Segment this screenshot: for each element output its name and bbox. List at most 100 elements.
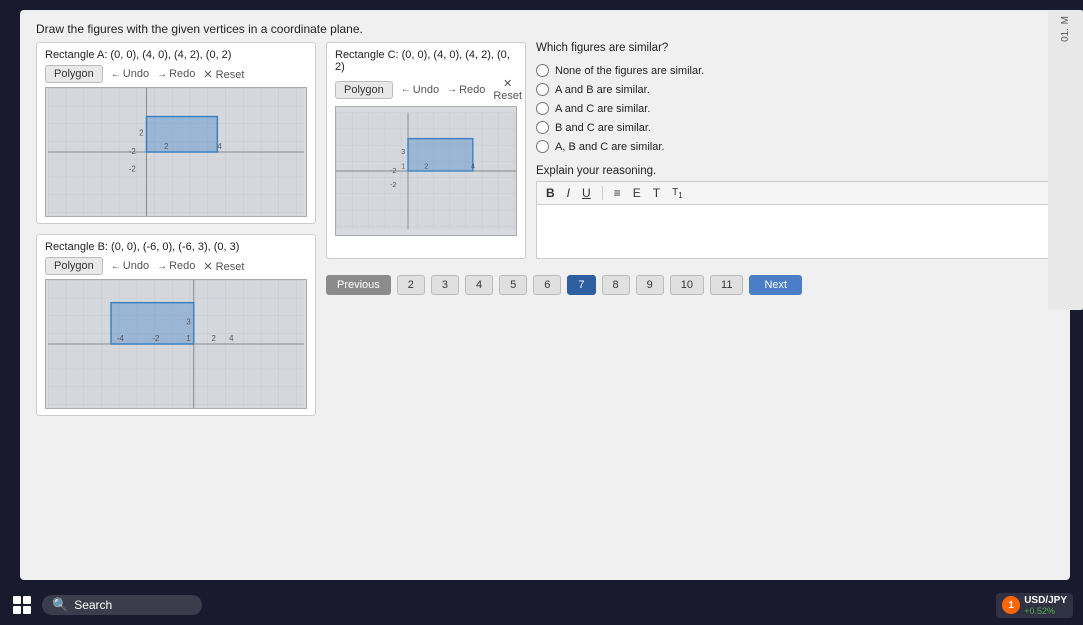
svg-text:-2: -2 bbox=[152, 334, 159, 343]
ticker-widget[interactable]: 1 USD/JPY +0.52% bbox=[996, 593, 1073, 618]
rect-b-undo-btn[interactable]: ← Undo bbox=[111, 260, 149, 272]
page-btn-3[interactable]: 3 bbox=[431, 275, 459, 295]
radio-abc[interactable] bbox=[536, 140, 549, 153]
panels-row: Rectangle A: (0, 0), (4, 0), (4, 2), (0,… bbox=[36, 42, 1054, 568]
page-btn-4[interactable]: 4 bbox=[465, 275, 493, 295]
ticker-icon: 1 bbox=[1002, 596, 1020, 614]
svg-text:2: 2 bbox=[211, 334, 215, 343]
svg-text:-4: -4 bbox=[117, 334, 125, 343]
reset-x-icon-c: ✕ bbox=[503, 78, 512, 90]
svg-text:2: 2 bbox=[424, 161, 428, 170]
search-label: Search bbox=[74, 598, 112, 612]
ticker-name: USD/JPY bbox=[1024, 595, 1067, 606]
svg-text:-2: -2 bbox=[129, 147, 136, 156]
rect-b-reset-btn[interactable]: ✕ Reset bbox=[203, 260, 244, 273]
svg-text:2: 2 bbox=[139, 128, 143, 137]
windows-start[interactable] bbox=[10, 593, 34, 617]
list-btn-1[interactable]: ≡ bbox=[611, 185, 624, 201]
rect-a-reset-btn[interactable]: ✕ Reset bbox=[203, 68, 244, 81]
redo-arrow-icon: → bbox=[157, 69, 167, 80]
ticker-info: USD/JPY +0.52% bbox=[1024, 595, 1067, 616]
svg-text:1: 1 bbox=[401, 161, 405, 170]
bold-btn[interactable]: B bbox=[543, 185, 558, 201]
page-btn-6[interactable]: 6 bbox=[533, 275, 561, 295]
radio-option-1[interactable]: A and B are similar. bbox=[536, 83, 1054, 96]
page-btn-7[interactable]: 7 bbox=[567, 275, 595, 295]
explain-section: Explain your reasoning. B I U ≡ E T T1 bbox=[536, 165, 1054, 259]
next-btn[interactable]: Next bbox=[749, 275, 802, 295]
text-format-toolbar: B I U ≡ E T T1 bbox=[536, 181, 1054, 204]
rect-c-reset-btn[interactable]: ✕ Reset bbox=[493, 77, 522, 102]
explain-textarea[interactable] bbox=[536, 204, 1054, 259]
rect-c-toolbar: Polygon ← Undo → Redo ✕ Reset bbox=[335, 77, 517, 102]
rect-b-canvas[interactable]: -2 -4 3 1 2 4 bbox=[45, 279, 307, 409]
rect-c-undo-btn[interactable]: ← Undo bbox=[401, 84, 439, 96]
taskbar: 🔍 Search 1 USD/JPY +0.52% bbox=[0, 585, 1083, 625]
rect-c-polygon-btn[interactable]: Polygon bbox=[335, 81, 393, 99]
page-btn-8[interactable]: 8 bbox=[602, 275, 630, 295]
rect-a-redo-btn[interactable]: → Redo bbox=[157, 68, 195, 80]
radio-option-4[interactable]: A, B and C are similar. bbox=[536, 140, 1054, 153]
side-label-01: 01. bbox=[1060, 28, 1071, 42]
similar-question: Which figures are similar? bbox=[536, 42, 1054, 54]
side-label-m: M bbox=[1060, 16, 1071, 24]
main-content: Draw the figures with the given vertices… bbox=[20, 10, 1070, 580]
format-btn-t1[interactable]: T bbox=[650, 185, 663, 201]
page-btn-10[interactable]: 10 bbox=[670, 275, 704, 295]
page-btn-5[interactable]: 5 bbox=[499, 275, 527, 295]
list-btn-2[interactable]: E bbox=[630, 185, 644, 201]
radio-ac[interactable] bbox=[536, 102, 549, 115]
rect-a-title: Rectangle A: (0, 0), (4, 0), (4, 2), (0,… bbox=[45, 49, 307, 61]
rect-a-polygon-btn[interactable]: Polygon bbox=[45, 65, 103, 83]
search-icon: 🔍 bbox=[52, 597, 68, 613]
rect-a-canvas[interactable]: 2 4 2 -2 -2 bbox=[45, 87, 307, 217]
page-btn-9[interactable]: 9 bbox=[636, 275, 664, 295]
rectangle-b-section: Rectangle B: (0, 0), (-6, 0), (-6, 3), (… bbox=[36, 234, 316, 416]
reset-x-icon-b: ✕ bbox=[203, 261, 212, 273]
radio-ab[interactable] bbox=[536, 83, 549, 96]
radio-label-3: B and C are similar. bbox=[555, 122, 651, 134]
page-btn-11[interactable]: 11 bbox=[710, 275, 743, 295]
rect-a-toolbar: Polygon ← Undo → Redo ✕ Reset bbox=[45, 65, 307, 83]
radio-none[interactable] bbox=[536, 64, 549, 77]
radio-option-3[interactable]: B and C are similar. bbox=[536, 121, 1054, 134]
svg-text:-2: -2 bbox=[390, 180, 396, 189]
rect-c-redo-btn[interactable]: → Redo bbox=[447, 84, 485, 96]
radio-label-1: A and B are similar. bbox=[555, 84, 650, 96]
windows-icon[interactable] bbox=[10, 593, 34, 617]
svg-text:-2: -2 bbox=[390, 166, 396, 175]
svg-text:1: 1 bbox=[186, 334, 190, 343]
search-bar[interactable]: 🔍 Search bbox=[42, 595, 202, 615]
redo-arrow-icon-b: → bbox=[157, 261, 167, 272]
rect-b-title: Rectangle B: (0, 0), (-6, 0), (-6, 3), (… bbox=[45, 241, 307, 253]
rect-b-redo-btn[interactable]: → Redo bbox=[157, 260, 195, 272]
similar-section: Which figures are similar? None of the f… bbox=[536, 42, 1054, 259]
radio-bc[interactable] bbox=[536, 121, 549, 134]
format-btn-t2[interactable]: T1 bbox=[669, 186, 686, 201]
explain-label: Explain your reasoning. bbox=[536, 165, 1054, 177]
rect-b-polygon-btn[interactable]: Polygon bbox=[45, 257, 103, 275]
radio-label-0: None of the figures are similar. bbox=[555, 65, 704, 77]
windows-logo bbox=[13, 596, 31, 614]
prev-btn[interactable]: Previous bbox=[326, 275, 391, 295]
svg-text:3: 3 bbox=[401, 147, 405, 156]
radio-option-2[interactable]: A and C are similar. bbox=[536, 102, 1054, 115]
svg-text:4: 4 bbox=[471, 161, 475, 170]
right-panel: Rectangle C: (0, 0), (4, 0), (4, 2), (0,… bbox=[326, 42, 1054, 568]
redo-arrow-icon-c: → bbox=[447, 84, 457, 95]
svg-text:3: 3 bbox=[186, 317, 191, 326]
svg-text:4: 4 bbox=[229, 334, 234, 343]
underline-btn[interactable]: U bbox=[579, 185, 594, 201]
top-right-row: Rectangle C: (0, 0), (4, 0), (4, 2), (0,… bbox=[326, 42, 1054, 259]
svg-text:-2: -2 bbox=[129, 165, 136, 174]
radio-label-4: A, B and C are similar. bbox=[555, 141, 664, 153]
rect-a-undo-btn[interactable]: ← Undo bbox=[111, 68, 149, 80]
undo-arrow-icon-b: ← bbox=[111, 261, 121, 272]
page-btn-2[interactable]: 2 bbox=[397, 275, 425, 295]
rect-c-canvas[interactable]: 2 4 3 1 -2 -2 bbox=[335, 106, 517, 236]
radio-option-0[interactable]: None of the figures are similar. bbox=[536, 64, 1054, 77]
left-panel: Rectangle A: (0, 0), (4, 0), (4, 2), (0,… bbox=[36, 42, 316, 568]
italic-btn[interactable]: I bbox=[564, 185, 573, 201]
rect-b-toolbar: Polygon ← Undo → Redo ✕ Reset bbox=[45, 257, 307, 275]
instructions: Draw the figures with the given vertices… bbox=[36, 22, 1054, 36]
